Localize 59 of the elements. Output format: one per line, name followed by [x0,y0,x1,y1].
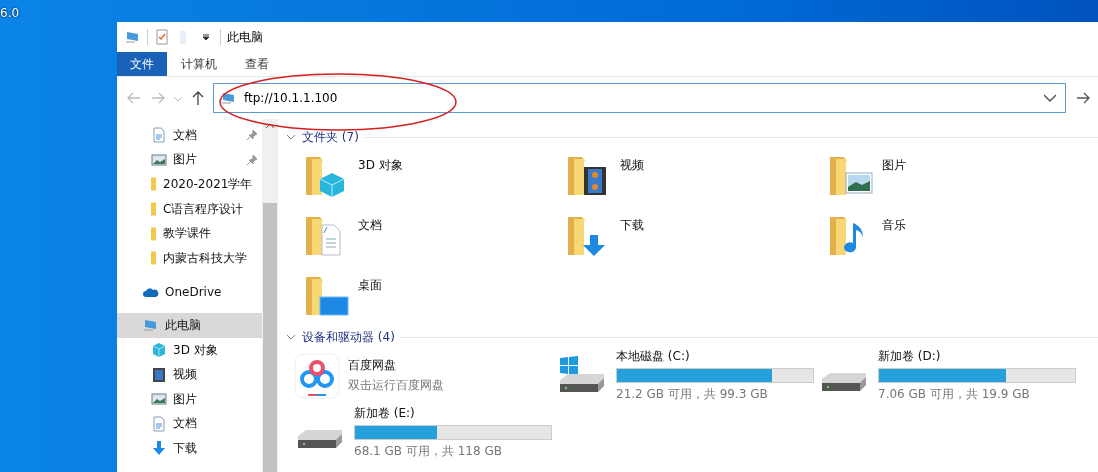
app-description: 双击运行百度网盘 [348,377,444,394]
pin-icon[interactable] [246,153,258,166]
pin-icon[interactable] [246,129,258,142]
folder-label[interactable]: 图片 [882,157,906,174]
computer-icon [125,29,141,45]
go-arrow-icon[interactable] [1075,90,1091,106]
sidebar-item[interactable]: 3D 对象 [117,337,262,363]
ribbon-tab[interactable]: 查看 [231,52,283,76]
folder-label[interactable]: 桌面 [358,277,382,294]
sidebar-item[interactable]: OneDrive [117,279,262,305]
cube-icon [151,342,167,359]
sidebar-item[interactable]: 图片 [117,386,262,412]
checklist-icon[interactable] [154,29,170,45]
address-field[interactable]: ftp://10.1.1.100 [213,83,1066,113]
chevron-down-icon[interactable] [1044,92,1056,104]
document-icon [151,127,167,144]
folder-label[interactable]: 3D 对象 [358,157,403,174]
free-space-text: 21.2 GB 可用，共 99.3 GB [616,386,769,403]
free-space-text: 68.1 GB 可用，共 118 GB [354,443,503,460]
picture-icon [151,391,167,408]
chevron-down-icon[interactable] [286,332,296,342]
free-space-text: 7.06 GB 可用，共 19.9 GB [878,386,1031,403]
folder-label[interactable]: 下载 [620,217,644,234]
sidebar-item[interactable]: 此电脑 [117,313,262,338]
download-icon [151,440,167,457]
sidebar-item[interactable]: 视频 [117,362,262,387]
computer-icon [143,317,159,334]
desktop-label: 6.0 [0,6,20,20]
folder-label[interactable]: 音乐 [882,217,906,234]
folder-icon [151,176,157,193]
folder-icon [151,250,157,267]
cloud-rings-icon [294,352,340,399]
app-name[interactable]: 百度网盘 [348,357,444,374]
sidebar-item[interactable]: 文档 [117,411,262,437]
sidebar-item[interactable]: 文档 [117,123,262,148]
group-header: 设备和驱动器 (4) [302,328,395,346]
sidebar-item[interactable]: 下载 [117,436,262,461]
sidebar-item[interactable]: 内蒙古科技大学 [117,245,262,271]
film-icon [151,366,167,383]
drive-name[interactable]: 本地磁盘 (C:) [616,348,814,365]
folder-label[interactable]: 视频 [620,157,644,174]
window-title: 此电脑 [227,28,263,46]
sidebar-item[interactable]: 教学课件 [117,221,262,246]
document-icon [151,415,167,432]
drive-name[interactable]: 新加卷 (E:) [354,405,552,422]
folder-icon [151,225,157,242]
computer-icon [221,90,237,106]
chevron-down-icon[interactable] [286,132,296,142]
sidebar-item[interactable]: 2020-2021学年 [117,172,262,197]
scrollbar[interactable] [262,119,278,472]
drive-name[interactable]: 新加卷 (D:) [878,348,1076,365]
folder-icon [151,201,157,218]
folder-label[interactable]: 文档 [358,217,382,234]
sidebar-item[interactable]: 图片 [117,147,262,173]
sidebar-item[interactable]: C语言程序设计 [117,196,262,222]
picture-icon [151,151,167,168]
group-header: 文件夹 (7) [302,128,359,146]
ribbon-tab[interactable]: 文件 [117,52,167,76]
ribbon-tab[interactable]: 计算机 [167,52,231,76]
